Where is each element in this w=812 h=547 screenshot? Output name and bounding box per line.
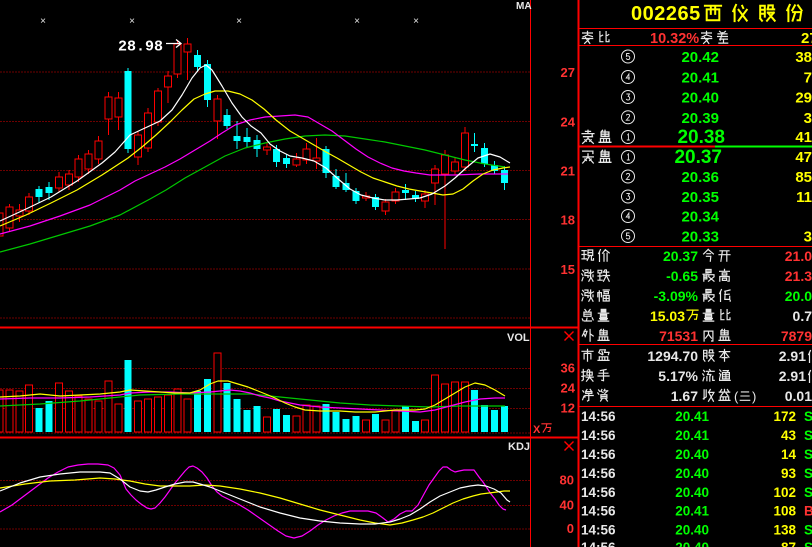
svg-text:0.7: 0.7 xyxy=(793,308,812,324)
svg-text:7: 7 xyxy=(804,70,812,87)
svg-text:(: ( xyxy=(734,389,739,404)
svg-text:002265: 002265 xyxy=(631,3,701,25)
svg-text:0: 0 xyxy=(567,521,574,536)
svg-text:0.01: 0.01 xyxy=(785,388,812,404)
svg-text:14:56: 14:56 xyxy=(581,523,616,538)
svg-text:10.32%: 10.32% xyxy=(650,31,699,47)
svg-text:102: 102 xyxy=(773,485,796,500)
svg-text:21: 21 xyxy=(561,164,575,179)
svg-text:20.41: 20.41 xyxy=(675,409,709,424)
svg-text:43: 43 xyxy=(781,428,797,443)
svg-text:MA: MA xyxy=(516,1,532,12)
svg-text:172: 172 xyxy=(773,409,796,424)
svg-text:14:56: 14:56 xyxy=(581,409,616,424)
svg-text:7879: 7879 xyxy=(781,328,812,344)
svg-text:15.03: 15.03 xyxy=(650,308,685,324)
svg-text:20.40: 20.40 xyxy=(681,90,719,107)
svg-text:11: 11 xyxy=(796,189,812,206)
svg-text:KDJ: KDJ xyxy=(508,441,530,453)
svg-text:S: S xyxy=(804,428,812,443)
svg-text:38: 38 xyxy=(795,49,812,66)
svg-text:3: 3 xyxy=(804,229,812,246)
svg-text:-3.09%: -3.09% xyxy=(654,288,699,304)
svg-text:12: 12 xyxy=(561,401,575,416)
svg-text:24: 24 xyxy=(561,381,576,396)
svg-text:×: × xyxy=(129,16,135,27)
svg-text:71531: 71531 xyxy=(659,328,698,344)
svg-text:×: × xyxy=(40,16,46,27)
svg-text:×: × xyxy=(354,16,360,27)
svg-text:14:56: 14:56 xyxy=(581,447,616,462)
svg-text:87: 87 xyxy=(781,540,796,547)
svg-text:21.0: 21.0 xyxy=(785,248,812,264)
svg-text:S: S xyxy=(804,409,812,424)
svg-text:20.40: 20.40 xyxy=(675,466,709,481)
svg-text:15: 15 xyxy=(561,262,575,277)
svg-text:14:56: 14:56 xyxy=(581,540,616,547)
svg-text:): ) xyxy=(752,389,756,404)
svg-text:20.38: 20.38 xyxy=(677,127,725,148)
svg-text:20.42: 20.42 xyxy=(681,49,719,66)
svg-text:41: 41 xyxy=(795,129,812,146)
svg-text:20.37: 20.37 xyxy=(663,248,698,264)
svg-text:20.36: 20.36 xyxy=(681,169,719,186)
svg-text:47: 47 xyxy=(795,149,812,166)
svg-text:20.40: 20.40 xyxy=(675,447,709,462)
svg-text:×: × xyxy=(413,16,419,27)
svg-text:14:56: 14:56 xyxy=(581,485,616,500)
svg-text:X: X xyxy=(533,424,541,436)
svg-text:S: S xyxy=(804,485,812,500)
svg-text:27: 27 xyxy=(561,65,575,80)
svg-text:S: S xyxy=(804,447,812,462)
svg-text:×: × xyxy=(236,16,242,27)
svg-text:2.91: 2.91 xyxy=(779,348,806,364)
svg-text:18: 18 xyxy=(561,213,575,228)
svg-text:40: 40 xyxy=(560,498,574,513)
svg-text:S: S xyxy=(804,523,812,538)
svg-text:24: 24 xyxy=(561,115,576,130)
svg-text:-0.65: -0.65 xyxy=(666,268,698,284)
svg-text:20.39: 20.39 xyxy=(681,110,719,127)
svg-text:20.0: 20.0 xyxy=(785,288,812,304)
svg-text:20.35: 20.35 xyxy=(681,189,719,206)
svg-text:20.34: 20.34 xyxy=(681,209,719,226)
svg-text:108: 108 xyxy=(773,504,796,519)
svg-text:138: 138 xyxy=(773,523,796,538)
svg-text:21.3: 21.3 xyxy=(785,268,812,284)
svg-text:36: 36 xyxy=(561,361,575,376)
svg-text:20.41: 20.41 xyxy=(675,428,709,443)
svg-text:20.40: 20.40 xyxy=(675,523,709,538)
svg-text:20.37: 20.37 xyxy=(674,147,722,168)
svg-text:27: 27 xyxy=(801,30,812,47)
svg-text:14:56: 14:56 xyxy=(581,504,616,519)
svg-text:14:56: 14:56 xyxy=(581,428,616,443)
svg-text:20.33: 20.33 xyxy=(681,229,719,246)
svg-text:VOL: VOL xyxy=(507,332,530,344)
svg-text:1.67: 1.67 xyxy=(671,388,698,404)
svg-text:29: 29 xyxy=(795,90,812,107)
svg-text:20.40: 20.40 xyxy=(675,540,709,547)
svg-text:20.40: 20.40 xyxy=(675,485,709,500)
svg-text:85: 85 xyxy=(795,169,812,186)
svg-text:20.41: 20.41 xyxy=(675,504,709,519)
svg-text:S: S xyxy=(804,540,812,547)
svg-text:14:56: 14:56 xyxy=(581,466,616,481)
svg-text:3: 3 xyxy=(804,110,812,127)
svg-text:28.98: 28.98 xyxy=(118,39,163,56)
svg-text:93: 93 xyxy=(781,466,797,481)
svg-text:1294.70: 1294.70 xyxy=(647,348,698,364)
svg-text:14: 14 xyxy=(781,447,797,462)
svg-text:5.17%: 5.17% xyxy=(658,368,698,384)
svg-text:S: S xyxy=(804,466,812,481)
svg-text:80: 80 xyxy=(560,473,574,488)
svg-text:20.41: 20.41 xyxy=(681,70,719,87)
svg-text:B: B xyxy=(804,504,812,519)
svg-text:2.91: 2.91 xyxy=(779,368,806,384)
